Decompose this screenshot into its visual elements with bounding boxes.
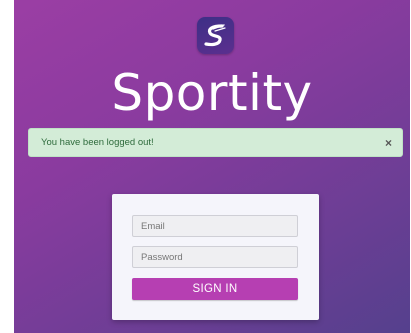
- sign-in-button[interactable]: SIGN IN: [132, 278, 298, 300]
- email-field[interactable]: [132, 215, 298, 237]
- password-field[interactable]: [132, 246, 298, 268]
- close-icon[interactable]: ×: [385, 129, 392, 157]
- sportity-logo-icon: [197, 17, 234, 54]
- logout-alert: You have been logged out! ×: [28, 128, 403, 157]
- login-screen: Sportity You have been logged out! × SIG…: [14, 0, 410, 333]
- alert-message: You have been logged out!: [41, 137, 154, 148]
- brand-title: Sportity: [111, 64, 313, 122]
- login-card: SIGN IN: [112, 194, 319, 320]
